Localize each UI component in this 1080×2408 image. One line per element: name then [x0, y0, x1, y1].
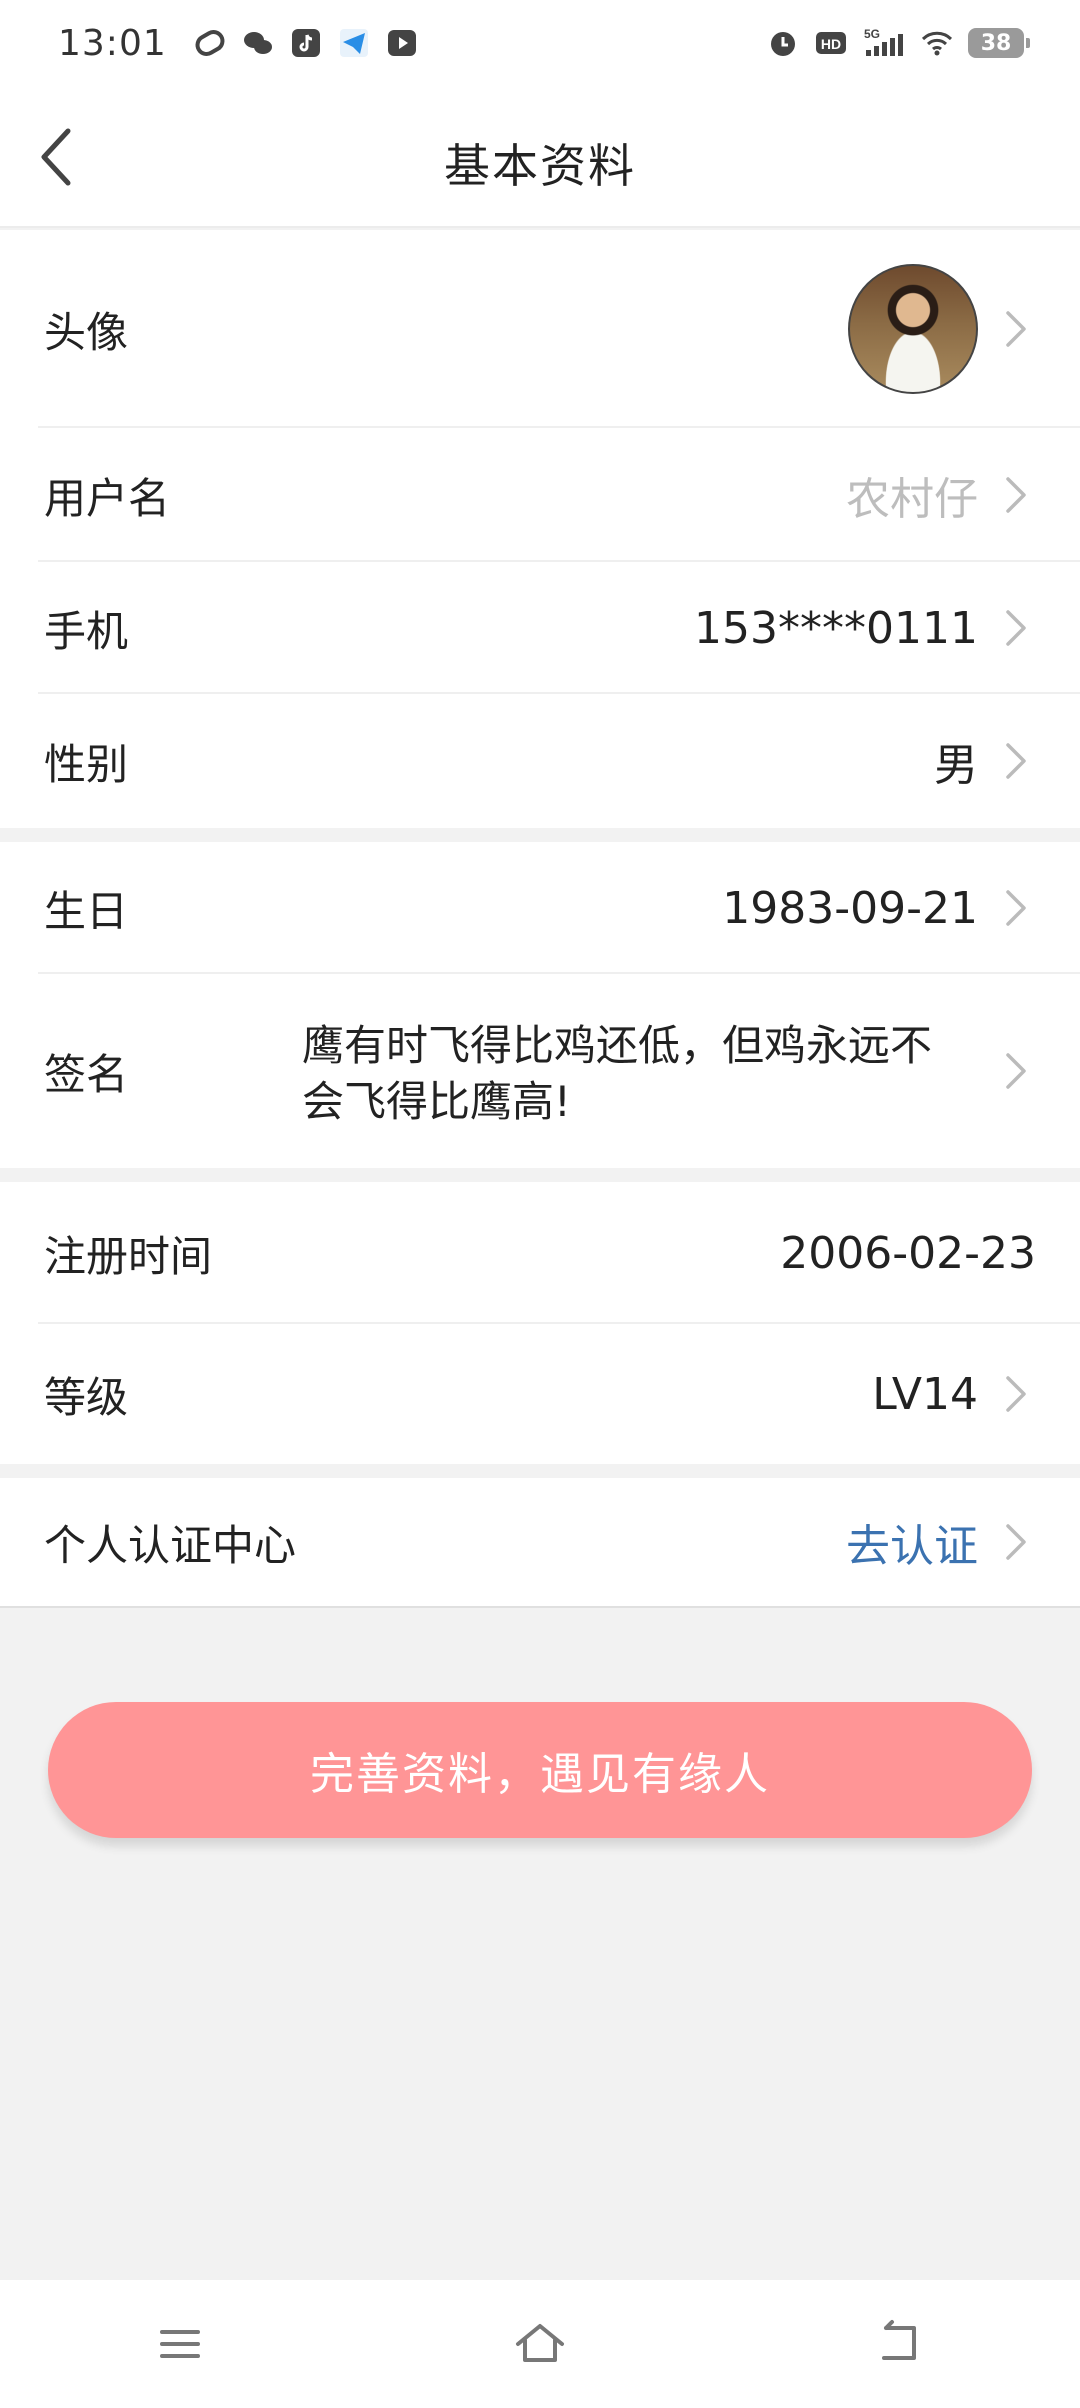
profile-section-account: 注册时间 2006-02-23 等级 LV14: [0, 1182, 1080, 1464]
nav-back-button[interactable]: [855, 2299, 945, 2389]
video-play-icon: [385, 26, 419, 60]
profile-section-verify: 个人认证中心 去认证: [0, 1478, 1080, 1608]
status-bar: 13:01 HD 5G 38: [0, 0, 1080, 86]
phone-value: 153****0111: [694, 602, 978, 654]
chevron-right-icon: [1006, 311, 1026, 347]
verification-label: 个人认证中心: [44, 1520, 297, 1570]
row-avatar[interactable]: 头像: [0, 230, 1080, 428]
navigation-bar: 基本资料: [0, 86, 1080, 228]
tiktok-icon: [289, 26, 323, 60]
complete-profile-button[interactable]: 完善资料，遇见有缘人: [48, 1702, 1032, 1838]
status-bar-right: HD 5G 38: [766, 26, 1030, 60]
chevron-right-icon: [1006, 1053, 1026, 1089]
return-icon: [882, 2320, 916, 2360]
signature-value: 鹰有时飞得比鸡还低，但鸡永远不会飞得比鹰高!: [302, 1021, 933, 1126]
page-title: 基本资料: [444, 139, 636, 193]
status-bar-left: 13:01: [58, 23, 419, 64]
gender-value: 男: [934, 740, 978, 791]
alarm-icon: [766, 26, 800, 60]
row-gender[interactable]: 性别 男: [0, 694, 1080, 828]
verify-link[interactable]: 去认证: [846, 1510, 978, 1574]
wechat-icon: [241, 26, 275, 60]
network-label: 5G: [864, 27, 880, 41]
row-verification-center[interactable]: 个人认证中心 去认证: [0, 1478, 1080, 1606]
chevron-right-icon: [1006, 477, 1026, 513]
avatar: [848, 264, 978, 394]
birthday-label: 生日: [44, 886, 129, 936]
register-time-label: 注册时间: [44, 1231, 213, 1281]
system-navigation-bar: [0, 2280, 1080, 2408]
level-value: LV14: [872, 1368, 978, 1420]
chevron-right-icon: [1006, 1524, 1026, 1560]
username-label: 用户名: [44, 473, 171, 523]
username-value: 农村仔: [846, 474, 978, 525]
home-icon: [516, 2324, 564, 2362]
status-time: 13:01: [58, 22, 167, 64]
gender-label: 性别: [44, 739, 129, 789]
link-app-icon: [193, 26, 227, 60]
chevron-right-icon: [1006, 610, 1026, 646]
level-label: 等级: [44, 1372, 129, 1422]
row-register-time: 注册时间 2006-02-23: [0, 1182, 1080, 1324]
signal-5g-icon: 5G: [862, 26, 906, 60]
row-username[interactable]: 用户名 农村仔: [0, 428, 1080, 562]
menu-icon: [160, 2330, 200, 2358]
chevron-right-icon: [1006, 743, 1026, 779]
row-signature[interactable]: 签名 鹰有时飞得比鸡还低，但鸡永远不会飞得比鹰高!: [0, 974, 1080, 1168]
nav-menu-button[interactable]: [135, 2299, 225, 2389]
row-phone[interactable]: 手机 153****0111: [0, 562, 1080, 694]
birthday-value: 1983-09-21: [722, 882, 978, 934]
profile-section-basic: 头像 用户名 农村仔 手机 153****0111 性别 男: [0, 230, 1080, 828]
chevron-right-icon: [1006, 1376, 1026, 1412]
svg-text:HD: HD: [821, 36, 841, 52]
nav-home-button[interactable]: [495, 2299, 585, 2389]
row-level[interactable]: 等级 LV14: [0, 1324, 1080, 1464]
phone-label: 手机: [44, 606, 129, 656]
wifi-icon: [920, 26, 954, 60]
profile-section-personal: 生日 1983-09-21 签名 鹰有时飞得比鸡还低，但鸡永远不会飞得比鹰高!: [0, 842, 1080, 1168]
hd-icon: HD: [814, 26, 848, 60]
signature-label: 签名: [44, 1049, 129, 1099]
register-time-value: 2006-02-23: [780, 1227, 1036, 1279]
telegram-icon: [337, 26, 371, 60]
battery-indicator: 38: [968, 28, 1030, 58]
chevron-right-icon: [1006, 890, 1026, 926]
avatar-label: 头像: [44, 307, 129, 357]
row-birthday[interactable]: 生日 1983-09-21: [0, 842, 1080, 974]
